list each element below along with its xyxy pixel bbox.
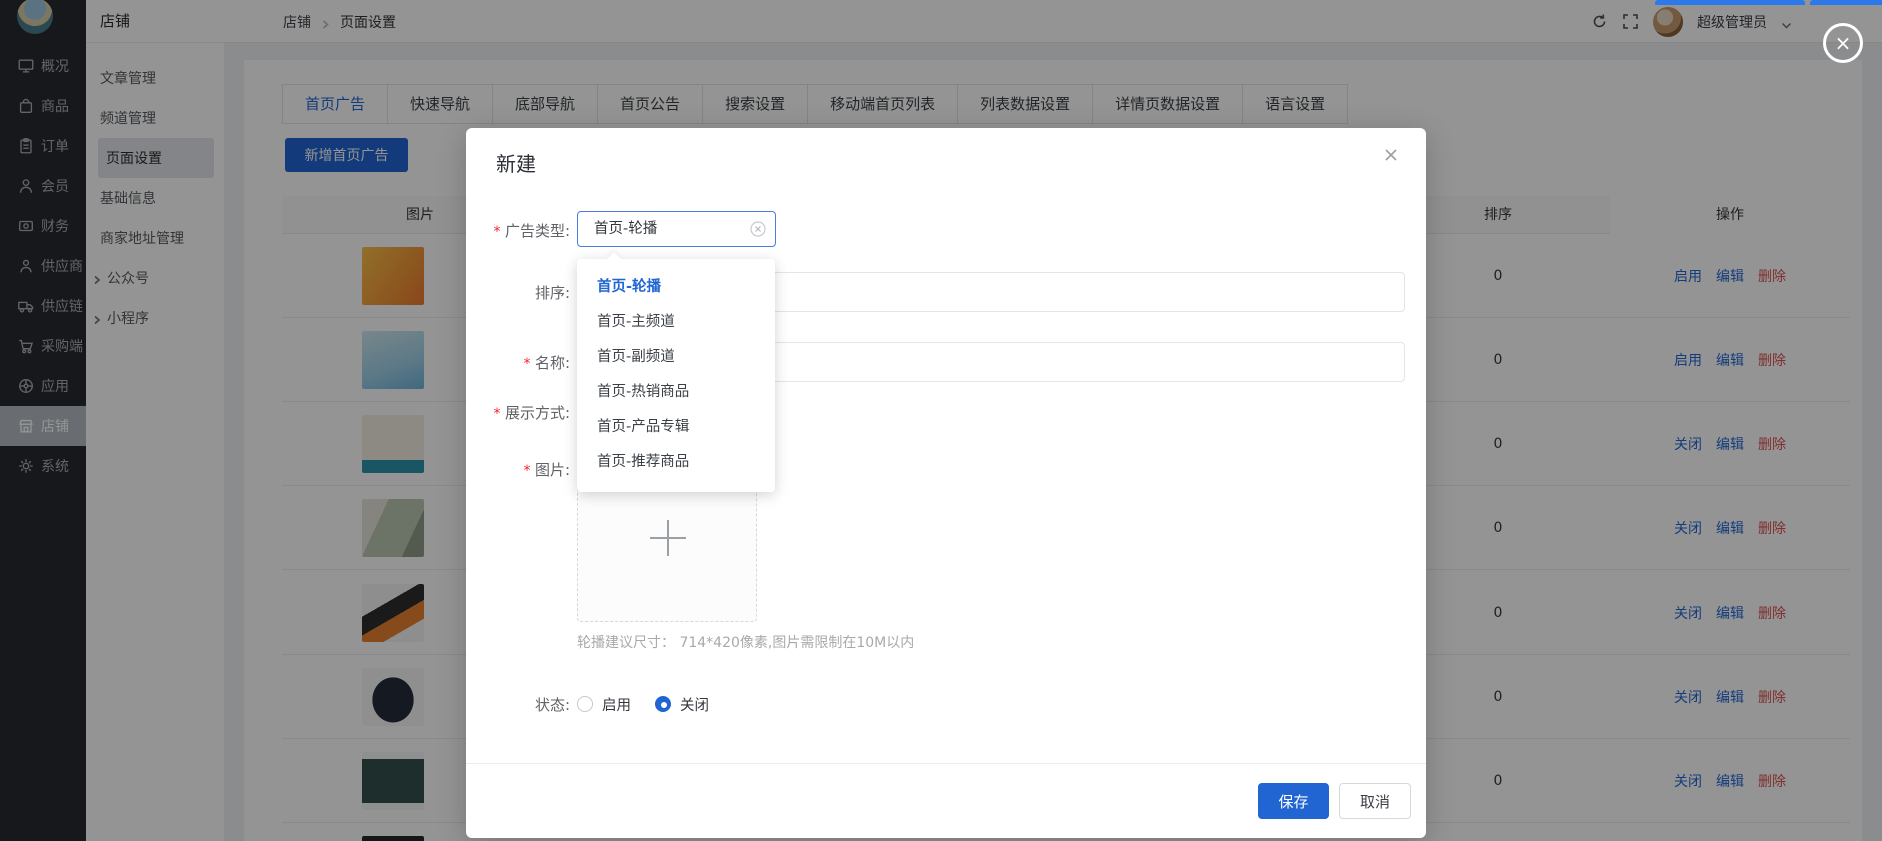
upload-hint: 轮播建议尺寸： 714*420像素,图片需限制在10M以内 bbox=[577, 632, 914, 652]
app-root: 概况 商品 订单 会员 财务 供应商 bbox=[0, 0, 1882, 841]
top-blue-strip bbox=[1655, 0, 1805, 5]
status-radio-group: 启用 关闭 bbox=[577, 688, 709, 720]
dropdown-option-recommended-goods[interactable]: 首页-推荐商品 bbox=[577, 445, 775, 480]
ad-type-value: 首页-轮播 bbox=[594, 212, 657, 246]
cancel-button[interactable]: 取消 bbox=[1339, 783, 1411, 819]
ad-type-label: 广告类型: bbox=[410, 220, 570, 241]
plus-icon bbox=[667, 520, 669, 556]
save-button[interactable]: 保存 bbox=[1258, 783, 1329, 819]
modal-close-icon[interactable] bbox=[1382, 146, 1400, 164]
top-blue-strip bbox=[1810, 0, 1882, 5]
dropdown-option-product-album[interactable]: 首页-产品专辑 bbox=[577, 410, 775, 445]
overlay-close-button[interactable]: × bbox=[1823, 23, 1863, 63]
clear-select-icon[interactable] bbox=[750, 221, 766, 237]
modal-footer: 保存 取消 bbox=[466, 763, 1426, 838]
dropdown-option-sub-channel[interactable]: 首页-副频道 bbox=[577, 340, 775, 375]
ad-type-select[interactable]: 首页-轮播 bbox=[577, 211, 776, 247]
sort-label: 排序: bbox=[410, 282, 570, 303]
close-icon: × bbox=[1835, 33, 1852, 53]
dropdown-option-carousel[interactable]: 首页-轮播 bbox=[577, 270, 775, 305]
dropdown-option-hot-goods[interactable]: 首页-热销商品 bbox=[577, 375, 775, 410]
radio-circle-icon bbox=[577, 696, 593, 712]
ad-type-dropdown: 首页-轮播 首页-主频道 首页-副频道 首页-热销商品 首页-产品专辑 首页-推… bbox=[577, 259, 775, 492]
modal-title: 新建 bbox=[496, 148, 536, 177]
radio-enable[interactable]: 启用 bbox=[577, 694, 631, 715]
name-label: 名称: bbox=[410, 352, 570, 373]
dropdown-option-main-channel[interactable]: 首页-主频道 bbox=[577, 305, 775, 340]
image-label: 图片: bbox=[410, 459, 570, 480]
radio-disable[interactable]: 关闭 bbox=[655, 694, 709, 715]
display-mode-label: 展示方式: bbox=[410, 402, 570, 423]
status-label: 状态: bbox=[410, 694, 570, 715]
radio-checked-icon bbox=[655, 696, 671, 712]
